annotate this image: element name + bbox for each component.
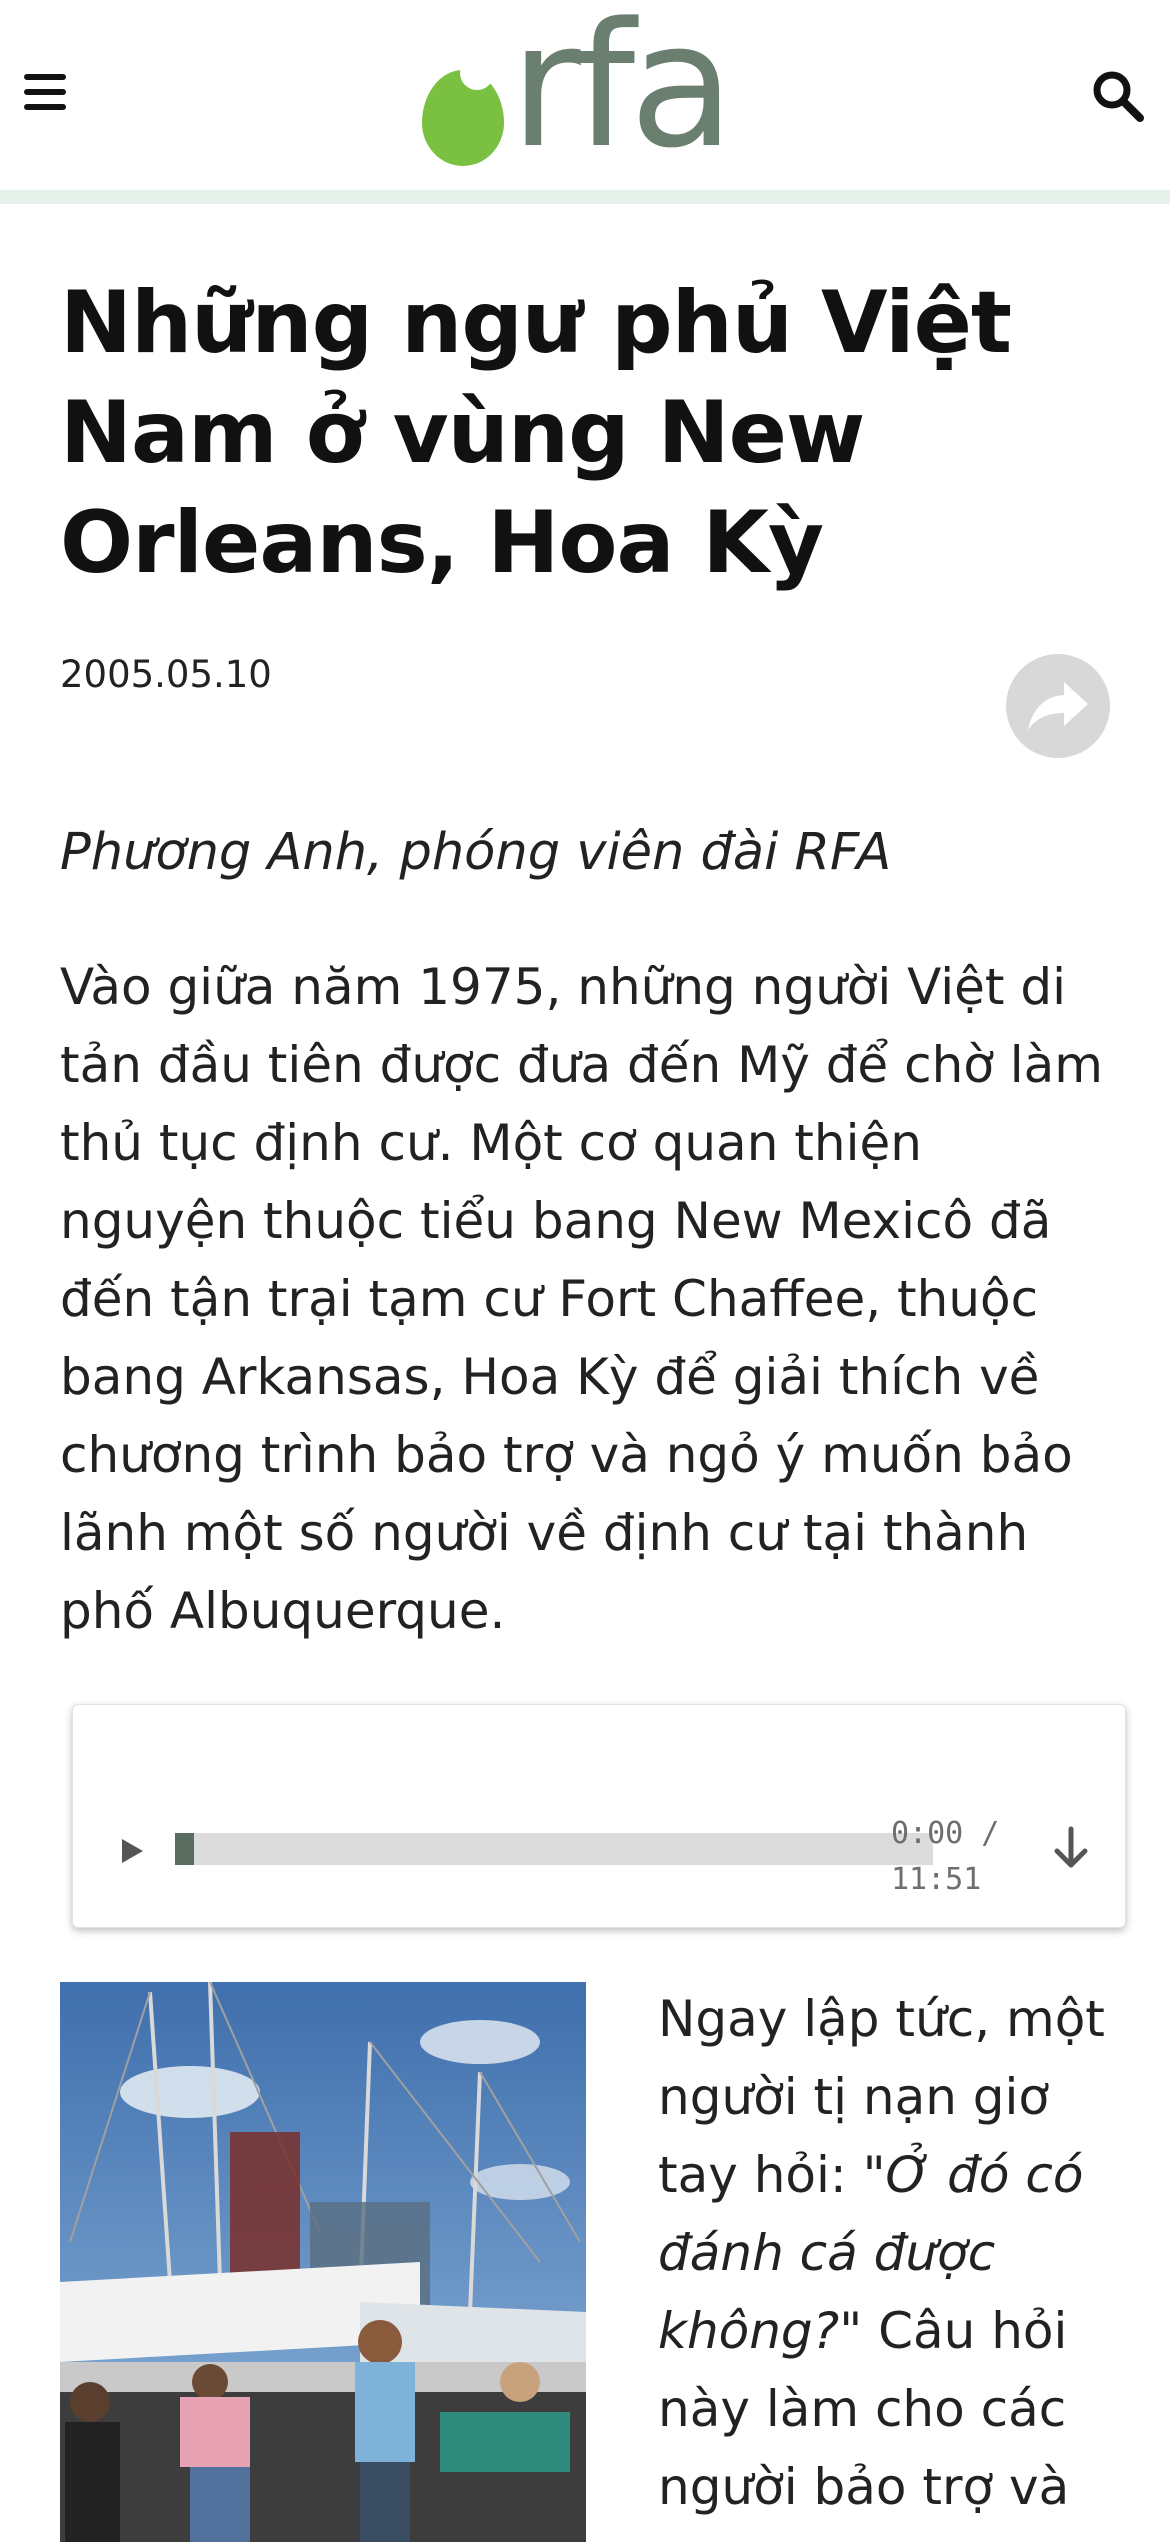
audio-player: 0:00 / 11:51: [72, 1704, 1126, 1928]
rfa-logo[interactable]: rfa: [418, 0, 758, 172]
article-date: 2005.05.10: [60, 653, 272, 696]
audio-current-time: 0:00: [891, 1816, 964, 1851]
logo-green-dot: [422, 56, 504, 166]
audio-time: 0:00 / 11:51: [891, 1811, 1019, 1903]
download-arrow-icon[interactable]: [1043, 1821, 1099, 1877]
article-byline: Phương Anh, phóng viên đài RFA: [60, 823, 892, 882]
article-paragraph-2: Ngay lập tức, một người tị nạn giơ tay h…: [658, 1980, 1138, 2526]
article-title: Những ngư phủ Việt Nam ở vùng New Orlean…: [60, 273, 1012, 593]
site-header: rfa: [0, 0, 1170, 190]
article-paragraph: Vào giữa năm 1975, những người Việt di t…: [60, 958, 1103, 1640]
search-icon[interactable]: [1090, 68, 1146, 124]
menu-bar: [24, 89, 66, 95]
hamburger-menu-icon[interactable]: [24, 66, 76, 118]
fishing-boat-photo: [60, 1982, 586, 2542]
menu-bar: [24, 74, 66, 80]
header-divider: [0, 190, 1170, 204]
audio-time-separator: /: [963, 1816, 1000, 1851]
audio-duration: 11:51: [891, 1862, 982, 1897]
audio-progress-fill: [175, 1833, 194, 1865]
play-icon[interactable]: [113, 1833, 149, 1869]
share-button[interactable]: [1006, 654, 1110, 758]
audio-progress-bar[interactable]: [175, 1833, 933, 1865]
menu-bar: [24, 104, 66, 110]
share-icon: [1028, 682, 1088, 730]
logo-wordmark: rfa: [510, 0, 735, 186]
